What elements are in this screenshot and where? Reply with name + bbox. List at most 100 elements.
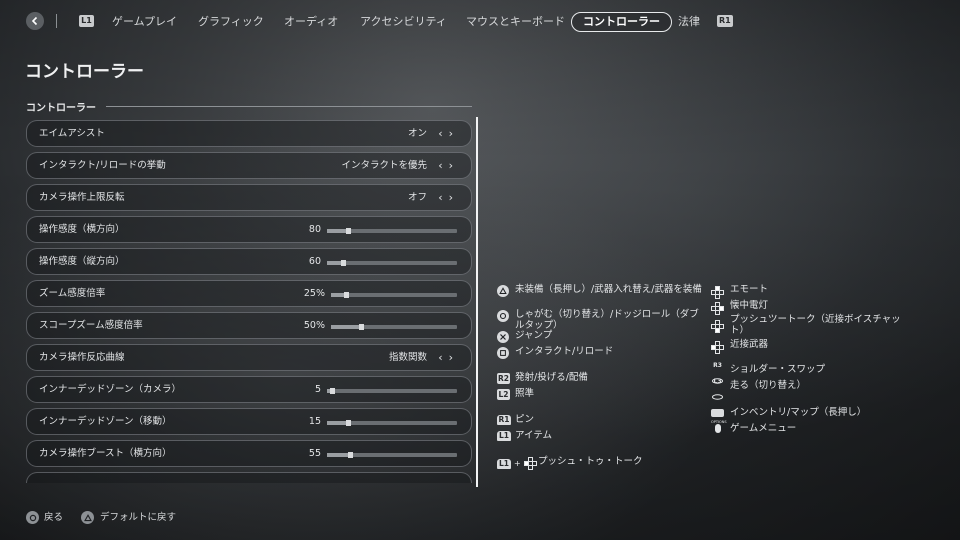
setting-value: オン: [407, 128, 427, 139]
dpad-right-icon: [711, 300, 724, 319]
chevron-right-icon[interactable]: ›: [449, 121, 459, 147]
tab-mouse-keyboard[interactable]: マウスとキーボード: [466, 12, 565, 32]
legend-text: ゲームメニュー: [730, 423, 797, 434]
options-button-icon: OPTIONS: [711, 420, 727, 433]
slider-fill: [327, 421, 348, 425]
nav-divider: [56, 14, 57, 28]
slider-knob[interactable]: [345, 420, 351, 426]
setting-row[interactable]: エイムアシスト オン ‹›: [26, 120, 472, 147]
legend-text: 照準: [515, 388, 535, 399]
l1-bumper-icon: L1: [497, 431, 511, 441]
slider-knob[interactable]: [348, 452, 354, 458]
chevron-right-icon[interactable]: ›: [449, 345, 459, 371]
setting-slider[interactable]: [327, 452, 457, 458]
select-arrows: ‹›: [438, 121, 459, 147]
setting-label: スコープズーム感度倍率: [39, 320, 143, 331]
setting-slider[interactable]: [327, 420, 457, 426]
select-arrows: ‹›: [438, 345, 459, 371]
setting-value: 25%: [303, 288, 325, 299]
chevron-right-icon[interactable]: ›: [449, 185, 459, 211]
setting-row[interactable]: ズーム感度倍率 25%: [26, 280, 472, 307]
setting-slider[interactable]: [331, 292, 457, 298]
setting-value: 指数関数: [388, 352, 427, 363]
slider-fill: [327, 453, 351, 457]
slider-knob[interactable]: [330, 388, 336, 394]
chevron-right-icon[interactable]: ›: [449, 153, 459, 179]
chevron-left-icon: [31, 16, 38, 26]
l1-bumper-icon[interactable]: L1: [79, 15, 94, 27]
reset-default-button[interactable]: デフォルトに戻す: [100, 511, 176, 524]
r1-bumper-icon[interactable]: R1: [717, 15, 733, 27]
setting-row[interactable]: 操作感度（縦方向） 60: [26, 248, 472, 275]
setting-row[interactable]: カメラ操作ブースト（横方向） 55: [26, 440, 472, 467]
square-button-icon: [497, 347, 509, 359]
chevron-left-icon[interactable]: ‹: [438, 121, 448, 147]
legend-text: ジャンプ: [515, 330, 553, 341]
legend-text: エモート: [730, 284, 769, 295]
setting-value: 80: [308, 224, 321, 235]
legend-text: インタラクト/リロード: [515, 346, 614, 357]
setting-value: 55: [308, 448, 321, 459]
section-title: コントローラー: [26, 103, 96, 114]
setting-value: 5: [314, 384, 321, 395]
back-button[interactable]: 戻る: [44, 511, 63, 524]
slider-knob[interactable]: [359, 324, 365, 330]
select-arrows: ‹›: [438, 185, 459, 211]
setting-row[interactable]: カメラ操作反応曲線 指数関数 ‹›: [26, 344, 472, 371]
setting-value: インタラクトを優先: [341, 160, 427, 171]
legend-text: 発射/投げる/配備: [515, 372, 588, 383]
chevron-left-icon[interactable]: ‹: [438, 345, 448, 371]
tab-graphics[interactable]: グラフィック: [198, 12, 264, 32]
setting-value: 15: [308, 416, 321, 427]
dpad-down-icon: [711, 318, 724, 337]
r2-trigger-icon: R2: [497, 373, 510, 384]
legend-text: 懐中電灯: [730, 300, 769, 311]
cross-button-icon: [497, 331, 509, 343]
setting-value: 60: [308, 256, 321, 267]
back-arrow-button[interactable]: [26, 12, 44, 30]
page-title: コントローラー: [25, 62, 144, 82]
tab-accessibility[interactable]: アクセシビリティ: [360, 12, 447, 32]
setting-row[interactable]: カメラ操作上限反転 オフ ‹›: [26, 184, 472, 211]
slider-knob[interactable]: [344, 292, 350, 298]
touchpad-icon: [711, 407, 724, 417]
setting-row[interactable]: 操作感度（横方向） 80: [26, 216, 472, 243]
setting-slider[interactable]: [327, 260, 457, 266]
chevron-left-icon[interactable]: ‹: [438, 153, 448, 179]
l1-dpad-combo-icon: L1 +: [497, 457, 537, 470]
triangle-button-icon: [497, 285, 509, 297]
tab-audio[interactable]: オーディオ: [284, 12, 338, 32]
setting-label: インタラクト/リロードの挙動: [39, 160, 166, 171]
scrollbar[interactable]: [476, 117, 478, 487]
legend-text: 走る（切り替え）: [730, 380, 807, 391]
tab-controller[interactable]: コントローラー: [571, 12, 672, 32]
setting-row[interactable]: インナーデッドゾーン（カメラ） 5: [26, 376, 472, 403]
legend-text: インベントリ/マップ（長押し）: [730, 407, 867, 418]
setting-label: ズーム感度倍率: [39, 288, 106, 299]
setting-label: エイムアシスト: [39, 128, 105, 139]
chevron-left-icon[interactable]: ‹: [438, 185, 448, 211]
setting-slider[interactable]: [331, 324, 457, 330]
circle-button-icon: [26, 511, 39, 524]
tab-legal[interactable]: 法律: [678, 12, 700, 32]
legend-text: 近接武器: [730, 339, 769, 350]
section-divider: [106, 106, 472, 107]
legend-text: プッシュツートーク（近接ボイスチャット）: [730, 314, 901, 336]
setting-value: 50%: [303, 320, 325, 331]
setting-slider[interactable]: [327, 388, 457, 394]
circle-button-icon: [497, 310, 509, 322]
setting-row[interactable]: スコープズーム感度倍率 50%: [26, 312, 472, 339]
l3-stick-icon: L3: [711, 379, 724, 404]
setting-slider[interactable]: [327, 228, 457, 234]
setting-row[interactable]: インナーデッドゾーン（移動） 15: [26, 408, 472, 435]
setting-value: オフ: [407, 192, 427, 203]
triangle-button-icon: [81, 511, 94, 524]
slider-knob[interactable]: [345, 228, 351, 234]
setting-row[interactable]: [26, 472, 472, 483]
settings-list[interactable]: エイムアシスト オン ‹› インタラクト/リロードの挙動 インタラクトを優先 ‹› カメラ操…: [26, 120, 472, 483]
setting-row[interactable]: インタラクト/リロードの挙動 インタラクトを優先 ‹›: [26, 152, 472, 179]
slider-knob[interactable]: [340, 260, 346, 266]
tab-gameplay[interactable]: ゲームプレイ: [112, 12, 177, 32]
setting-label: カメラ操作ブースト（横方向）: [39, 448, 172, 459]
slider-fill: [331, 325, 362, 329]
